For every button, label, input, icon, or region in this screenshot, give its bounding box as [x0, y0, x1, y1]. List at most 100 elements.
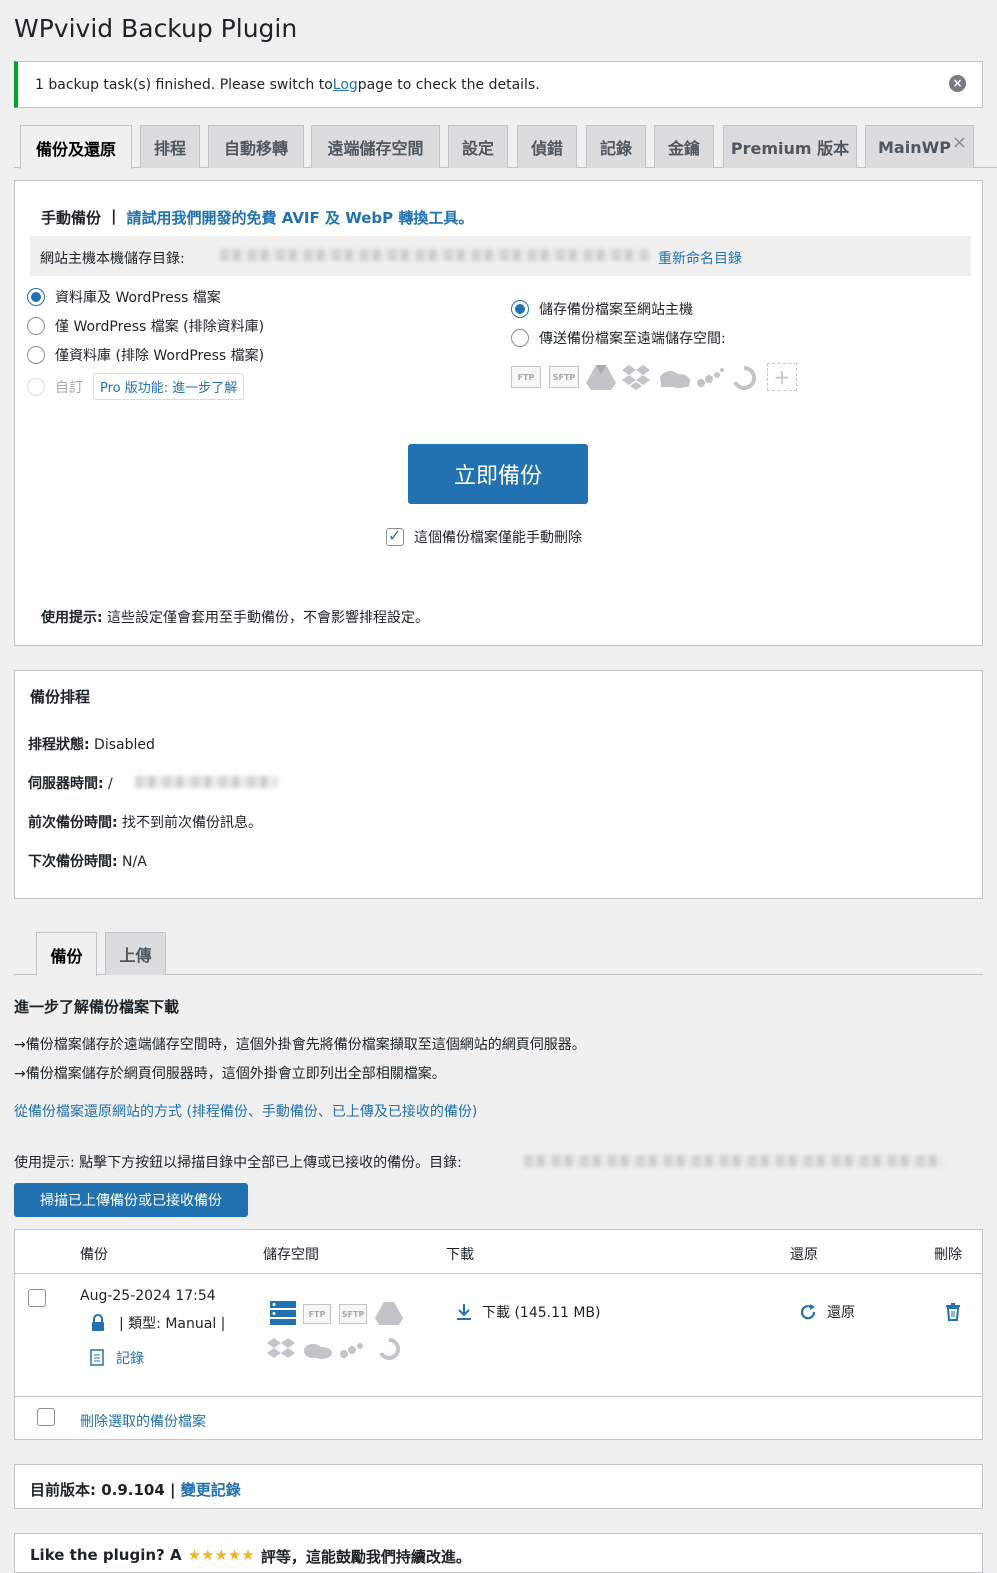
download-info-line-2: →備份檔案儲存於網頁伺服器時，這個外掛會立即列出全部相關檔案。 — [14, 1066, 446, 1082]
tab-settings[interactable]: 設定 — [448, 125, 508, 168]
backup-now-button[interactable]: 立即備份 — [408, 444, 588, 504]
row-label: 下次備份時間: — [28, 854, 118, 870]
download-info-heading: 進一步了解備份檔案下載 — [14, 998, 180, 1016]
tab-mainwp[interactable]: MainWP × — [865, 125, 974, 168]
option-db-and-files[interactable]: 資料庫及 WordPress 檔案 — [27, 287, 221, 307]
subtab-backups[interactable]: 備份 — [36, 932, 97, 976]
subtab-upload[interactable]: 上傳 — [105, 932, 166, 975]
restore-action[interactable]: 還原 — [799, 1302, 855, 1322]
notice-text-after: page to check the details. — [357, 76, 540, 93]
page-title: WPvivid Backup Plugin — [14, 14, 298, 43]
version-line: 目前版本: 0.9.104 | 變更記錄 — [30, 1479, 241, 1500]
scan-tip: 使用提示: 點擊下方按鈕以掃描目錄中全部已上傳或已接收的備份。目錄: — [14, 1155, 462, 1171]
ftp-icon: FTP — [303, 1304, 331, 1324]
column-storage: 儲存空間 — [263, 1247, 319, 1263]
usage-tip: 使用提示: 這些設定僅會套用至手動備份，不會影響排程設定。 — [41, 607, 429, 627]
tip-label: 使用提示: — [41, 610, 103, 626]
option-label: 自訂 — [55, 379, 83, 396]
success-notice: 1 backup task(s) finished. Please switch… — [14, 61, 983, 108]
backup-list-table: 備份 儲存空間 下載 還原 刪除 Aug-25-2024 17:54 | 類型:… — [14, 1229, 983, 1440]
radio-files-only[interactable] — [27, 317, 45, 335]
trash-icon[interactable] — [945, 1303, 961, 1321]
download-icon[interactable] — [456, 1303, 472, 1321]
manual-delete-option[interactable]: 這個備份檔案僅能手動刪除 — [386, 526, 582, 547]
option-label: 資料庫及 WordPress 檔案 — [55, 290, 221, 306]
sftp-icon: SFTP — [339, 1304, 367, 1324]
row-label: 前次備份時間: — [28, 815, 118, 831]
row-label: 伺服器時間: — [28, 776, 104, 792]
tab-auto-migration[interactable]: 自動移轉 — [208, 125, 304, 168]
last-backup-row: 前次備份時間: 找不到前次備份訊息。 — [28, 812, 262, 832]
onedrive-icon — [304, 1344, 332, 1359]
tab-key[interactable]: 金鑰 — [654, 125, 714, 168]
restore-icon[interactable] — [799, 1303, 817, 1321]
row-value: N/A — [117, 854, 147, 870]
bulk-select-checkbox[interactable] — [37, 1408, 55, 1426]
add-storage-icon[interactable]: + — [767, 363, 797, 391]
row-value: 找不到前次備份訊息。 — [117, 815, 263, 831]
log-file-icon — [90, 1349, 104, 1366]
close-icon[interactable]: × — [952, 132, 967, 153]
option-files-only[interactable]: 僅 WordPress 檔案 (排除資料庫) — [27, 316, 264, 336]
tab-debug[interactable]: 偵錯 — [517, 125, 577, 168]
radio-db-and-files[interactable] — [27, 288, 45, 306]
option-label: 傳送備份檔案至遠端儲存空間: — [539, 331, 726, 347]
option-db-only[interactable]: 僅資料庫 (排除 WordPress 檔案) — [27, 345, 264, 365]
column-restore: 還原 — [790, 1247, 818, 1263]
version-panel: 目前版本: 0.9.104 | 變更記錄 — [14, 1464, 983, 1509]
notice-text-before: 1 backup task(s) finished. Please switch… — [35, 76, 333, 93]
table-row: Aug-25-2024 17:54 | 類型: Manual | 記錄 FTP … — [15, 1274, 982, 1397]
option-label: 僅資料庫 (排除 WordPress 檔案) — [55, 348, 265, 364]
lock-icon[interactable] — [90, 1314, 106, 1332]
manual-backup-heading: 手動備份 — [41, 209, 102, 227]
rating-panel: Like the plugin? A ★★★★★ 評等，這能鼓勵我們持續改進。 — [14, 1533, 983, 1573]
backup-type: | 類型: Manual | — [119, 1316, 226, 1332]
row-value: Disabled — [89, 737, 155, 753]
radio-db-only[interactable] — [27, 346, 45, 364]
row-select-checkbox[interactable] — [28, 1289, 46, 1307]
backup-subtabs: 備份 上傳 — [14, 932, 983, 976]
onedrive-icon — [660, 371, 690, 388]
rename-directory-link[interactable]: 重新命名目錄 — [658, 248, 742, 268]
tab-premium[interactable]: Premium 版本 — [723, 125, 857, 168]
changelog-link[interactable]: 變更記錄 — [181, 1481, 241, 1499]
manual-delete-checkbox[interactable] — [386, 526, 404, 546]
option-custom: 自訂 Pro 版功能: 進一步了解 — [27, 373, 245, 400]
pro-feature-badge[interactable]: Pro 版功能: 進一步了解 — [93, 373, 245, 400]
radio-send-remote[interactable] — [511, 329, 529, 347]
backup-date: Aug-25-2024 17:54 — [80, 1288, 216, 1304]
download-info-line-1: →備份檔案儲存於遠端儲存空間時，這個外掛會先將備份檔案擷取至這個網站的網頁伺服器… — [14, 1037, 586, 1053]
local-dir-label: 網站主機本機儲存目錄: — [40, 251, 185, 267]
header-separator: | — [111, 207, 117, 225]
backup-log-link[interactable]: 記錄 — [116, 1348, 144, 1368]
option-save-local[interactable]: 儲存備份檔案至網站主機 — [511, 299, 693, 319]
backup-schedule-panel: 備份排程 排程狀態: Disabled 伺服器時間: / 前次備份時間: 找不到… — [14, 670, 983, 899]
delete-selected-link[interactable]: 刪除選取的備份檔案 — [80, 1411, 206, 1431]
restore-guide-link[interactable]: 從備份檔案還原網站的方式 (排程備份、手動備份、已上傳及已接收的備份) — [14, 1101, 477, 1121]
wasabi-icon — [379, 1337, 401, 1360]
dismiss-icon[interactable]: × — [949, 75, 966, 92]
tab-remote-storage[interactable]: 遠端儲存空間 — [311, 125, 440, 168]
local-directory-bar: 網站主機本機儲存目錄: 重新命名目錄 — [30, 236, 971, 276]
row-label: 排程狀態: — [28, 737, 90, 753]
column-download: 下載 — [446, 1247, 474, 1263]
scan-backups-button[interactable]: 掃描已上傳備份或已接收備份 — [14, 1183, 248, 1217]
row-value: / — [103, 776, 113, 792]
s3-icon — [340, 1343, 363, 1358]
download-action[interactable]: 下載 (145.11 MB) — [456, 1302, 601, 1322]
tab-schedule[interactable]: 排程 — [140, 125, 200, 168]
option-send-remote[interactable]: 傳送備份檔案至遠端儲存空間: — [511, 328, 726, 348]
schedule-status-row: 排程狀態: Disabled — [28, 734, 155, 754]
download-label: 下載 (145.11 MB) — [482, 1305, 601, 1321]
tab-backup-restore[interactable]: 備份及還原 — [20, 125, 132, 169]
avif-webp-promo-link[interactable]: 請試用我們開發的免費 AVIF 及 WebP 轉換工具。 — [127, 207, 474, 228]
log-link[interactable]: Log — [333, 77, 358, 93]
schedule-title: 備份排程 — [30, 688, 91, 706]
s3-icon — [697, 368, 724, 387]
version-label: 目前版本: 0.9.104 — [30, 1481, 165, 1499]
column-backup: 備份 — [80, 1247, 108, 1263]
tab-log[interactable]: 記錄 — [586, 125, 646, 168]
google-drive-icon — [375, 1302, 403, 1325]
local-server-icon — [270, 1301, 296, 1325]
radio-save-local[interactable] — [511, 300, 529, 318]
